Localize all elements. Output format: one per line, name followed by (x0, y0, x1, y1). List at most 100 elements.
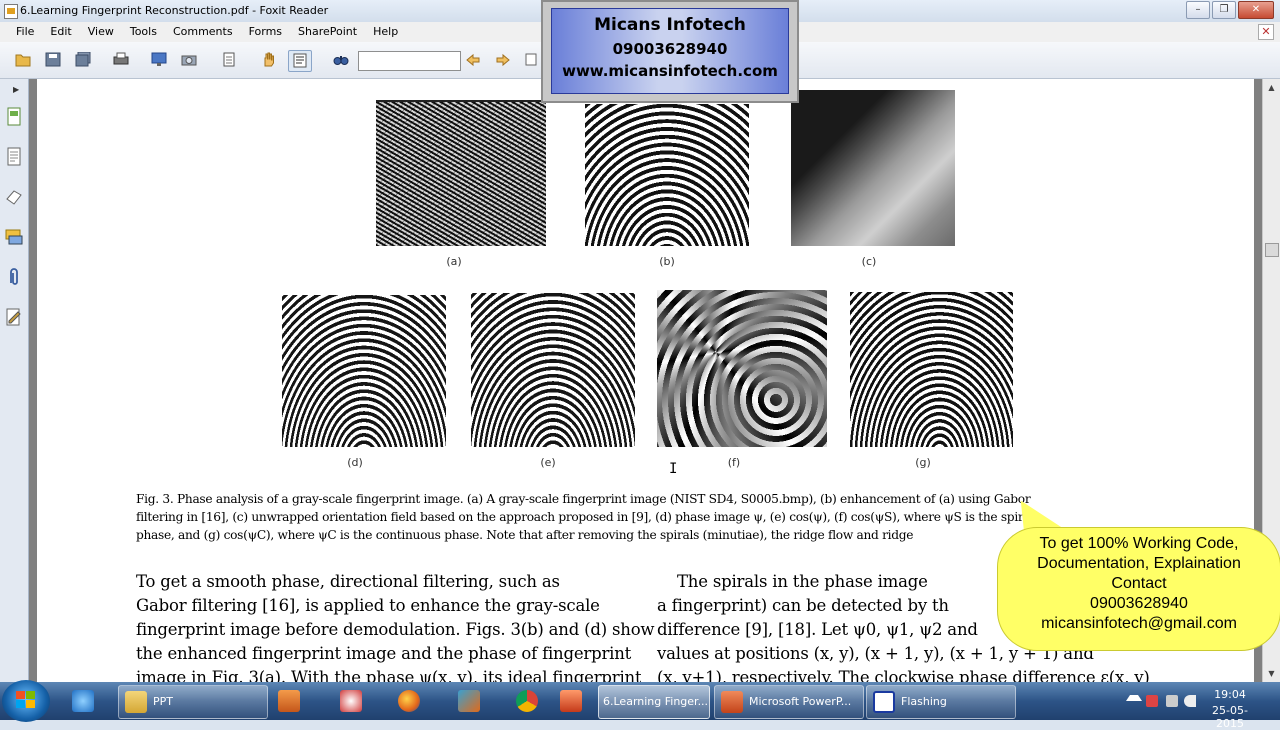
internet-explorer-icon (72, 690, 94, 712)
menu-view[interactable]: View (80, 22, 122, 39)
menu-sharepoint[interactable]: SharePoint (290, 22, 365, 39)
figure-label: (c) (861, 255, 877, 268)
body-left-line: the enhanced fingerprint image and the p… (136, 644, 632, 663)
powerpoint-icon (721, 691, 743, 713)
page-button[interactable] (218, 50, 240, 70)
taskbar-label: Flashing (901, 695, 947, 708)
body-right-line: The spirals in the phase image (677, 572, 928, 591)
attachments-panel-icon[interactable] (5, 267, 23, 287)
signatures-panel-icon[interactable] (5, 307, 23, 327)
figure-f-image (657, 290, 827, 447)
find-next-button[interactable] (492, 50, 514, 70)
open-button[interactable] (12, 50, 34, 70)
scroll-up-icon[interactable]: ▲ (1265, 81, 1278, 94)
menu-help[interactable]: Help (365, 22, 406, 39)
network-warning-icon[interactable] (1146, 695, 1158, 707)
floppy-stack-icon (75, 52, 91, 67)
callout-bubble: To get 100% Working Code, Documentation,… (997, 527, 1280, 651)
media-player-icon (278, 690, 300, 712)
page-thumbnails-icon[interactable] (5, 107, 23, 127)
taskbar-label: Microsoft PowerP... (749, 695, 852, 708)
doc-close-icon[interactable]: ✕ (1258, 24, 1274, 40)
hand-icon (264, 52, 274, 67)
scroll-down-icon[interactable]: ▼ (1265, 667, 1278, 680)
chrome-icon (516, 690, 538, 712)
find-button[interactable] (330, 50, 352, 70)
select-text-button[interactable] (288, 50, 312, 72)
taskbar-foxit[interactable] (554, 685, 594, 717)
monitor-icon (151, 52, 167, 66)
taskbar-foxit-doc[interactable]: 6.Learning Finger... (598, 685, 710, 719)
window-title: 6.Learning Fingerprint Reconstruction.pd… (20, 4, 329, 17)
save-all-button[interactable] (72, 50, 94, 70)
monitor-button[interactable] (148, 50, 170, 70)
taskbar-label: PPT (153, 695, 173, 708)
figure-caption-line: filtering in [16], (c) unwrapped orienta… (136, 510, 1035, 524)
taskbar-chrome[interactable] (510, 685, 550, 717)
figure-label: (f) (727, 456, 741, 469)
figure-d-image (282, 295, 446, 447)
comments-panel-icon[interactable] (5, 227, 23, 247)
foxit-app-icon (4, 4, 18, 19)
select-text-icon (293, 53, 307, 68)
volume-icon[interactable] (1184, 695, 1196, 707)
taskbar-ie[interactable] (66, 685, 106, 717)
taskbar-matlab[interactable] (452, 685, 492, 717)
window-controls: – ❐ ✕ (1186, 1, 1274, 19)
figure-g-image (850, 292, 1013, 447)
clock-date[interactable]: 25-05-2015 (1200, 704, 1260, 730)
foxit-icon (560, 690, 582, 712)
taskbar-firefox[interactable] (392, 685, 432, 717)
print-button[interactable] (110, 50, 132, 70)
figure-caption-line: Fig. 3. Phase analysis of a gray-scale f… (136, 492, 1031, 506)
start-button[interactable] (2, 680, 50, 722)
figure-label: (a) (446, 255, 462, 268)
menu-comments[interactable]: Comments (165, 22, 241, 39)
find-input[interactable] (358, 51, 461, 71)
layers-panel-icon[interactable] (5, 187, 23, 207)
taskbar-flashing[interactable]: Flashing (866, 685, 1016, 719)
close-button[interactable]: ✕ (1238, 1, 1274, 19)
tool-icon (340, 690, 362, 712)
figure-c-image (791, 90, 955, 246)
menu-forms[interactable]: Forms (241, 22, 290, 39)
body-left-line: fingerprint image before demodulation. F… (136, 620, 655, 639)
show-hidden-icons-icon[interactable] (1126, 695, 1142, 701)
snapshot-button[interactable] (178, 50, 200, 70)
banner-panel: Micans Infotech 09003628940 www.micansin… (551, 8, 789, 94)
callout-line: 09003628940 (1090, 595, 1188, 612)
find-prev-button[interactable] (462, 50, 484, 70)
menu-edit[interactable]: Edit (42, 22, 79, 39)
scroll-thumb[interactable] (1265, 243, 1279, 257)
taskbar-label: 6.Learning Finger... (603, 695, 709, 708)
callout-line: Contact (1111, 575, 1167, 592)
menu-file[interactable]: File (0, 22, 42, 39)
display-icon[interactable] (1166, 695, 1178, 707)
camera-icon (181, 55, 197, 66)
taskbar-folder-ppt[interactable]: PPT (118, 685, 268, 719)
clock-time[interactable]: 19:04 (1200, 688, 1260, 701)
figure-e-image (471, 293, 635, 447)
menu-tools[interactable]: Tools (122, 22, 165, 39)
folder-open-icon (15, 54, 31, 67)
taskbar-media[interactable] (272, 685, 312, 717)
find-next-icon (496, 53, 510, 67)
taskbar-tool[interactable] (334, 685, 374, 717)
body-left-line: To get a smooth phase, directional filte… (136, 572, 560, 591)
bookmarks-panel-icon[interactable] (5, 147, 23, 167)
printer-icon (113, 52, 129, 65)
navigation-panel: ▶ (0, 79, 29, 682)
body-left-line: image in Fig. 3(a). With the phase ψ(x, … (136, 668, 642, 682)
save-button[interactable] (42, 50, 64, 70)
binoculars-icon (333, 56, 349, 65)
hand-tool-button[interactable] (258, 50, 280, 70)
minimize-button[interactable]: – (1186, 1, 1210, 19)
taskbar-powerpoint[interactable]: Microsoft PowerP... (714, 685, 864, 719)
expand-arrow-icon[interactable]: ▶ (13, 85, 19, 94)
find-options-button[interactable] (520, 50, 542, 70)
banner-phone: 09003628940 (612, 40, 728, 58)
flashing-app-icon (873, 691, 895, 713)
banner-website: www.micansinfotech.com (562, 62, 778, 80)
restore-button[interactable]: ❐ (1212, 1, 1236, 19)
figure-label: (g) (915, 456, 931, 469)
